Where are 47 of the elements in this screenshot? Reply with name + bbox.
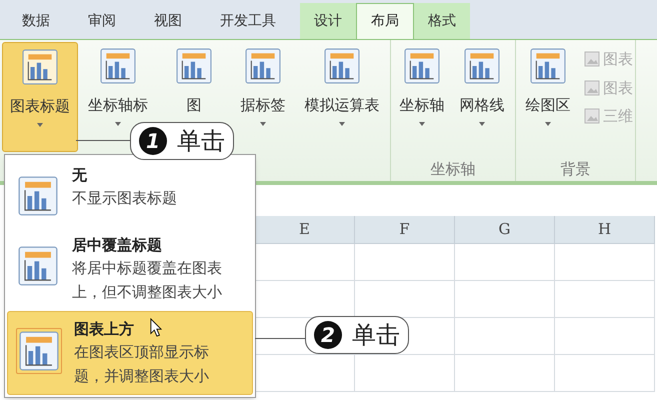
- picture-icon: [584, 51, 600, 68]
- ribbon-tab[interactable]: 开发工具: [206, 3, 290, 39]
- caret-icon: [260, 122, 266, 126]
- caret-icon: [545, 122, 551, 126]
- chart-icon: [19, 331, 59, 371]
- chart-icon: [404, 48, 440, 84]
- ribbon-button[interactable]: 坐标轴: [393, 42, 451, 152]
- step-number: 2: [314, 321, 342, 349]
- ribbon-button[interactable]: 据标签: [230, 42, 296, 152]
- ribbon-tab[interactable]: 数据: [8, 3, 64, 39]
- ribbon-tab[interactable]: 布局: [356, 3, 414, 39]
- step-number: 1: [139, 127, 167, 155]
- chart-icon: [245, 48, 281, 84]
- column-header: E: [255, 216, 355, 244]
- callout-text: 单击: [177, 126, 225, 157]
- dropdown-item[interactable]: 居中覆盖标题 将居中标题覆盖在图表上，但不调整图表大小: [7, 227, 253, 311]
- caret-icon: [479, 122, 485, 126]
- ribbon-button[interactable]: 绘图区: [518, 42, 578, 152]
- ribbon-button[interactable]: 网格线: [451, 42, 513, 152]
- column-header: F: [355, 216, 455, 244]
- mouse-cursor-icon: [150, 318, 162, 337]
- ribbon-button[interactable]: 图表标题: [2, 42, 78, 152]
- chart-icon: [100, 48, 136, 84]
- picture-icon: [584, 80, 600, 96]
- caret-icon: [339, 122, 345, 126]
- chart-icon: [18, 246, 58, 286]
- caret-icon: [37, 123, 43, 127]
- picture-icon: [584, 108, 600, 124]
- chart-icon: [22, 49, 58, 85]
- callout-text: 单击: [352, 320, 400, 351]
- group-label: 背景: [560, 159, 592, 180]
- ribbon-tab[interactable]: 视图: [140, 3, 196, 39]
- ribbon-tab[interactable]: 格式: [414, 3, 470, 39]
- ribbon-button[interactable]: 模拟运算表: [296, 42, 388, 152]
- caret-icon: [419, 122, 425, 126]
- chart-icon: [464, 48, 500, 84]
- chart-icon: [18, 176, 58, 216]
- column-header: G: [455, 216, 555, 244]
- group-label: 坐标轴: [430, 159, 476, 180]
- ribbon-tab[interactable]: 设计: [300, 3, 356, 39]
- ribbon-tab[interactable]: 审阅: [74, 3, 130, 39]
- chart-icon: [324, 48, 360, 84]
- caret-icon: [115, 122, 121, 126]
- column-header: H: [555, 216, 655, 244]
- dropdown-item[interactable]: 图表上方 在图表区顶部显示标题，并调整图表大小: [7, 311, 253, 395]
- chart-icon: [176, 48, 212, 84]
- chart-icon: [530, 48, 566, 84]
